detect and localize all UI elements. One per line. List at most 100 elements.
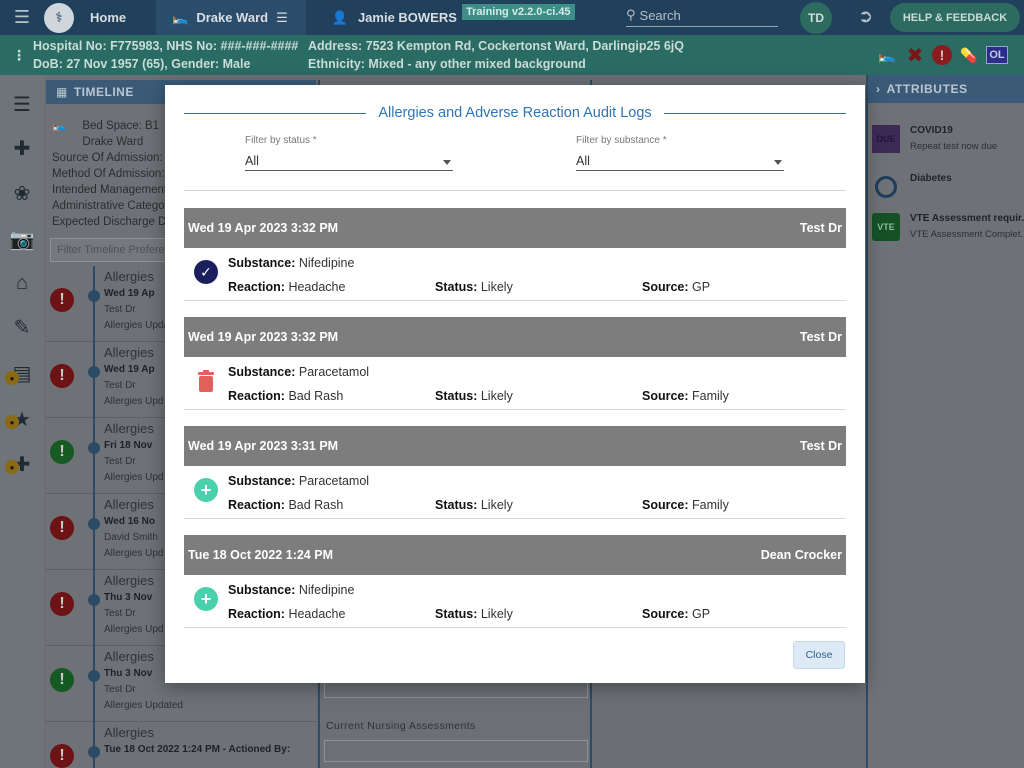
status-filter-select[interactable]: All [245, 149, 453, 171]
log-source: Source: GP [642, 607, 710, 621]
dropdown-arrow-icon [774, 160, 782, 165]
bed-icon: 🛌 [172, 9, 189, 25]
source-label: Source: [642, 389, 689, 403]
hamburger-menu-icon[interactable]: ☰ [0, 0, 44, 35]
left-nav: ☰ ✚ ❀ 📷 ⌂ ✎ ▤ ● ★ ● ✚ ● [0, 75, 44, 768]
medication-pill-icon[interactable]: 💊 [958, 44, 980, 66]
entry-author: Test Dr [104, 456, 136, 467]
search-input[interactable]: ⚲ Search [626, 4, 778, 27]
substance-filter-select[interactable]: All [576, 149, 784, 171]
notes-edit-icon[interactable]: ✎ [10, 315, 34, 339]
log-header: Wed 19 Apr 2023 3:32 PM Test Dr [184, 208, 846, 248]
substance-filter[interactable]: Filter by substance * All [576, 135, 784, 171]
log-status: Status: Likely [435, 607, 513, 621]
more-options-icon[interactable]: ⋮ [12, 47, 26, 64]
timeline-dot [88, 442, 100, 454]
entry-date: Wed 19 Ap [104, 288, 155, 299]
logout-icon[interactable]: ➲ [858, 6, 873, 27]
timeline-dot [88, 670, 100, 682]
add-icon[interactable]: ✚ [10, 136, 34, 160]
entry-date: Tue 18 Oct 2022 1:24 PM - Actioned By: [104, 744, 291, 755]
entry-title: Allergies [104, 345, 154, 360]
reaction-value: Bad Rash [288, 389, 344, 403]
ward-tab[interactable]: 🛌 Drake Ward ☰ [156, 0, 306, 35]
diabetes-ring-icon [872, 173, 900, 201]
bed-ward: Drake Ward [82, 136, 144, 148]
alert-icon: ! [50, 440, 74, 464]
ol-flag-badge[interactable]: OL [986, 46, 1008, 64]
entry-date: Fri 18 Nov [104, 440, 153, 451]
log-reaction: Reaction: Headache [228, 280, 345, 294]
dialog-title-row: Allergies and Adverse Reaction Audit Log… [184, 103, 847, 123]
attribute-subtitle: Repeat test now due [910, 141, 998, 152]
patient-address: Address: 7523 Kempton Rd, Cockertonst Wa… [308, 39, 685, 53]
lock-icon: ● [5, 371, 19, 385]
status-label: Status: [435, 607, 478, 621]
entry-author: Test Dr [104, 684, 136, 695]
due-badge: DUE [876, 134, 896, 144]
source-value: GP [692, 607, 711, 621]
timeline-dot [88, 290, 100, 302]
source-label: Source: [642, 607, 689, 621]
entry-date: Wed 16 No [104, 516, 155, 527]
chevron-right-icon[interactable]: › [876, 82, 881, 96]
timeline-dot [88, 746, 100, 758]
timeline-line [93, 646, 95, 722]
log-datetime: Wed 19 Apr 2023 3:32 PM [188, 221, 339, 235]
patient-ids: Hospital No: F775983, NHS No: ###-###-##… [33, 39, 299, 53]
log-author: Dean Crocker [760, 548, 842, 562]
stethoscope-icon[interactable]: ❀ [10, 181, 34, 205]
search-placeholder: Search [639, 7, 681, 23]
attribute-title: COVID19 [910, 125, 953, 136]
reaction-value: Bad Rash [288, 498, 344, 512]
log-author: Test Dr [799, 330, 842, 344]
entry-author: David Smith [104, 532, 158, 543]
log-source: Source: GP [642, 280, 710, 294]
timeline-line [93, 570, 95, 646]
bed-icon: 🛌 [52, 120, 67, 132]
bed-flag-icon[interactable]: 🛌 [876, 44, 898, 66]
timeline-line [93, 342, 95, 418]
timeline-line [93, 418, 95, 494]
user-avatar[interactable]: TD [800, 2, 832, 34]
timeline-entry[interactable]: ! Allergies Tue 18 Oct 2022 1:24 PM - Ac… [46, 722, 316, 768]
entry-status: Allergies Upd [104, 472, 164, 483]
log-status: Status: Likely [435, 280, 513, 294]
list-icon[interactable]: ☰ [10, 92, 34, 116]
allergy-alert-icon[interactable]: ! [932, 45, 952, 65]
caduceus-logo-icon[interactable]: ⚕ [44, 2, 74, 33]
entry-title: Allergies [104, 725, 154, 740]
plus-circle-icon: + [194, 587, 218, 611]
entry-date: Thu 3 Nov [104, 668, 153, 679]
attributes-header: › ATTRIBUTES [868, 75, 1024, 103]
substance-value: Paracetamol [298, 365, 370, 379]
audit-log-list: Wed 19 Apr 2023 3:32 PM Test Dr ✓ Substa… [184, 208, 846, 628]
attribute-title: Diabetes [910, 173, 952, 184]
status-value: Likely [480, 389, 513, 403]
substance-filter-value: All [576, 154, 590, 168]
timeline-dot [88, 366, 100, 378]
camera-icon[interactable]: 📷 [10, 227, 35, 251]
audit-log-entry: Wed 19 Apr 2023 3:32 PM Test Dr Substanc… [184, 317, 846, 410]
entry-author: Test Dr [104, 380, 136, 391]
alert-icon: ! [50, 516, 74, 540]
reaction-value: Headache [288, 280, 346, 294]
entry-date: Wed 19 Ap [104, 364, 155, 375]
home-link[interactable]: Home [90, 10, 126, 25]
home-plus-icon[interactable]: ⌂ [10, 271, 34, 295]
attribute-title: VTE Assessment requir... [910, 213, 1024, 224]
source-label: Source: [642, 498, 689, 512]
help-feedback-button[interactable]: HELP & FEEDBACK [890, 3, 1020, 32]
dnr-flag-icon[interactable]: ✖ [904, 44, 926, 67]
log-header: Wed 19 Apr 2023 3:31 PM Test Dr [184, 426, 846, 466]
substance-value: Nifedipine [298, 583, 355, 597]
dialog-title: Allergies and Adverse Reaction Audit Log… [378, 105, 652, 121]
patient-tab[interactable]: 👤 Jamie BOWERS [314, 0, 475, 35]
source-value: Family [692, 389, 729, 403]
status-filter[interactable]: Filter by status * All [245, 135, 453, 171]
dropdown-arrow-icon [443, 160, 451, 165]
nursing-assessments-textarea[interactable] [324, 740, 588, 762]
close-button[interactable]: Close [793, 641, 845, 669]
ward-menu-icon[interactable]: ☰ [276, 10, 288, 26]
log-author: Test Dr [799, 439, 842, 453]
